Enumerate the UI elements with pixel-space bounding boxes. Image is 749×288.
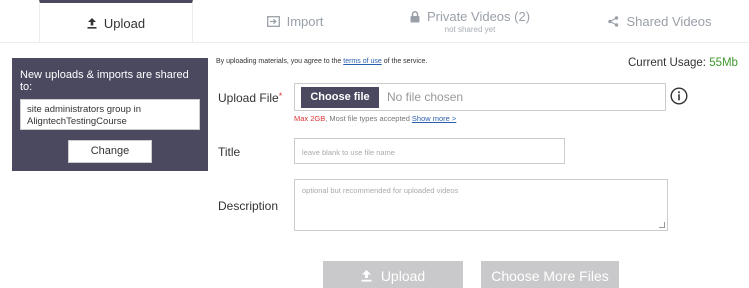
upload-button-label: Upload (380, 268, 426, 284)
usage-label: Current Usage: (628, 57, 710, 69)
description-textarea[interactable]: optional but recommended for uploaded vi… (294, 179, 668, 231)
tab-upload-label: Upload (103, 15, 146, 31)
info-icon[interactable] (670, 87, 688, 105)
hint-text: , Most file types accepted (325, 114, 410, 123)
current-usage: Current Usage: 55Mb (628, 57, 738, 69)
title-label: Title (218, 145, 241, 159)
upload-file-label-text: Upload File (218, 91, 279, 105)
terms-notice: By uploading materials, you agree to the… (216, 58, 427, 65)
description-placeholder: optional but recommended for uploaded vi… (302, 186, 459, 195)
file-hint: Max 2GB, Most file types accepted Show mo… (294, 114, 456, 123)
title-input[interactable]: leave blank to use file name (294, 138, 565, 164)
terms-link[interactable]: terms of use (343, 58, 382, 65)
import-icon (266, 16, 280, 27)
change-button[interactable]: Change (68, 140, 152, 163)
lock-icon (410, 10, 420, 22)
show-more-link[interactable]: Show more > (412, 114, 456, 123)
tab-import-label: Import (286, 14, 324, 29)
upload-file-label: Upload File* (218, 91, 282, 105)
description-label: Description (218, 199, 279, 213)
upload-icon (361, 270, 372, 282)
resize-handle[interactable] (659, 222, 665, 228)
share-group-field: site administrators group in AligntechTe… (20, 99, 200, 130)
file-status: No file chosen (387, 90, 464, 104)
file-input[interactable]: Choose file No file chosen (294, 83, 666, 111)
tab-shared-videos[interactable]: Shared Videos (590, 0, 730, 43)
required-mark: * (278, 91, 283, 101)
usage-value: 55Mb (709, 57, 738, 69)
tab-upload[interactable]: Upload (39, 0, 193, 43)
tab-private-videos[interactable]: Private Videos (2) not shared yet (395, 0, 545, 43)
choose-more-files-button[interactable]: Choose More Files (481, 261, 619, 288)
terms-suffix: of the service. (381, 58, 428, 65)
tab-divider (0, 42, 749, 43)
max-size: Max 2GB (294, 114, 326, 123)
tab-bar: Upload Import Private Videos (2) not sha… (0, 0, 749, 43)
share-target-panel: New uploads & imports are shared to: sit… (12, 58, 208, 171)
share-heading: New uploads & imports are shared to: (20, 69, 189, 93)
tab-shared-label: Shared Videos (626, 14, 712, 29)
upload-icon (87, 17, 97, 29)
terms-prefix: By uploading materials, you agree to the (216, 58, 344, 65)
tab-private-sublabel: not shared yet (444, 25, 496, 34)
upload-button[interactable]: Upload (323, 261, 463, 288)
choose-file-button[interactable]: Choose file (301, 86, 379, 108)
tab-private-label: Private Videos (2) (426, 9, 531, 24)
tab-import[interactable]: Import (220, 0, 370, 43)
share-icon (608, 16, 619, 27)
